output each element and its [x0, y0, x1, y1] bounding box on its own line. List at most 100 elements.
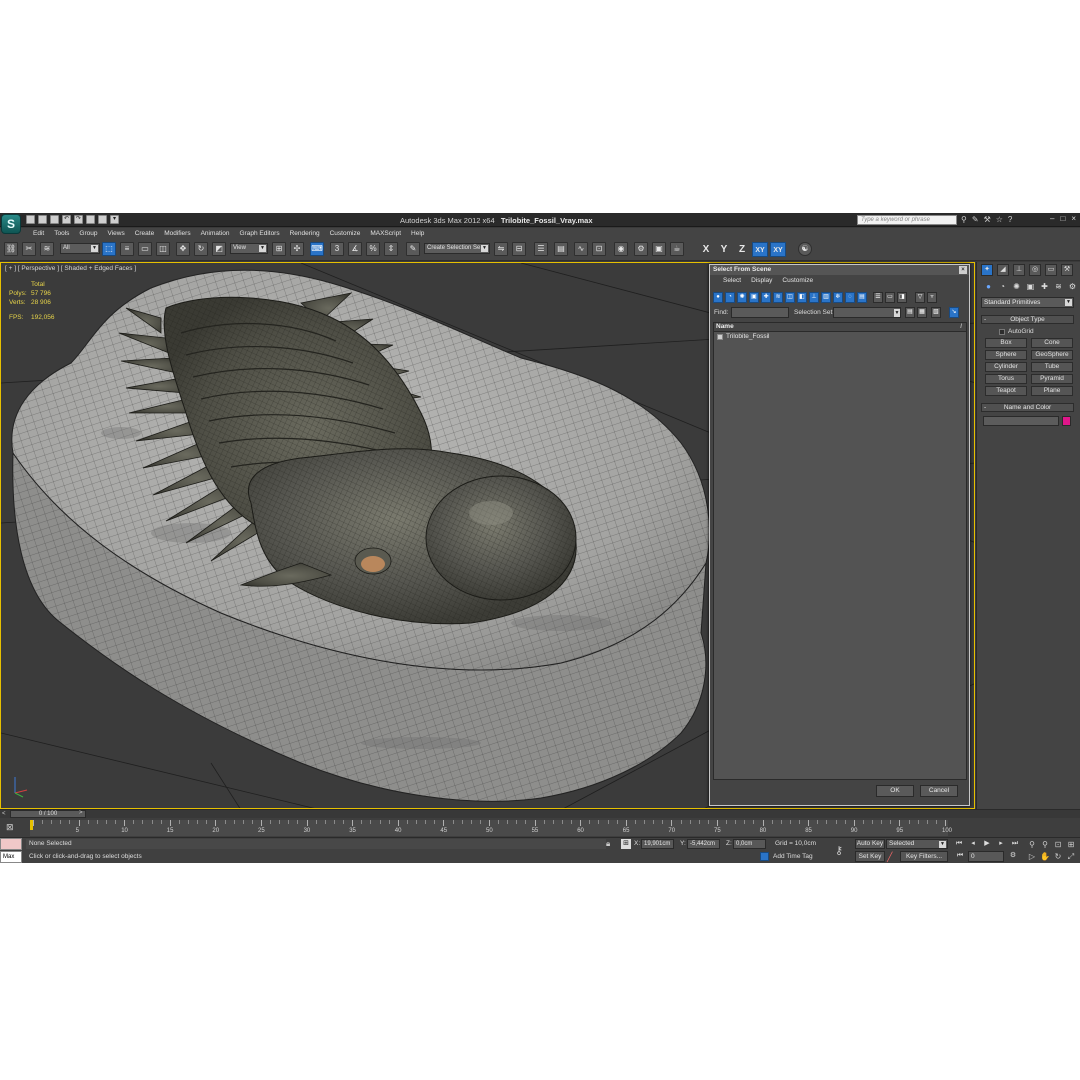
create-tab-icon[interactable]: ✦: [981, 264, 993, 276]
go-to-end-icon[interactable]: ⏭: [1009, 839, 1021, 849]
edit-named-selection-icon[interactable]: ✎: [406, 242, 420, 256]
zoom-all-icon[interactable]: ⚲: [1039, 839, 1051, 850]
auto-key-button[interactable]: Auto Key: [855, 839, 885, 849]
vray-logo-icon[interactable]: ☯: [798, 242, 812, 256]
tube-button[interactable]: Tube: [1031, 362, 1073, 372]
spinner-snap-icon[interactable]: ⇕: [384, 242, 398, 256]
find-input[interactable]: [731, 307, 789, 318]
align-icon[interactable]: ⊟: [512, 242, 526, 256]
selection-filter-dropdown[interactable]: All ▼: [60, 243, 100, 254]
y-coord-field[interactable]: -5,442cm: [687, 839, 720, 849]
utilities-tab-icon[interactable]: ⚒: [1061, 264, 1073, 276]
maximize-viewport-icon[interactable]: ⤢: [1065, 851, 1077, 862]
select-and-scale-icon[interactable]: ◩: [212, 242, 226, 256]
box-button[interactable]: Box: [985, 338, 1027, 348]
next-frame-icon[interactable]: ▸: [995, 839, 1007, 849]
redo-icon[interactable]: ↷: [74, 215, 83, 224]
search-icon[interactable]: ⚲: [961, 215, 967, 224]
display-xrefs-icon[interactable]: ◧: [797, 292, 807, 303]
unlink-icon[interactable]: ✂: [22, 242, 36, 256]
selection-set-remove-icon[interactable]: ▦: [917, 307, 927, 318]
orbit-icon[interactable]: ↻: [1052, 851, 1064, 862]
modify-tab-icon[interactable]: ◢: [997, 264, 1009, 276]
dialog-title-bar[interactable]: Select From Scene ×: [710, 265, 969, 275]
graphite-ribbon-icon[interactable]: ▤: [554, 242, 568, 256]
select-and-link-icon[interactable]: ⛓: [4, 242, 18, 256]
render-setup-icon[interactable]: ⚙: [634, 242, 648, 256]
pyramid-button[interactable]: Pyramid: [1031, 374, 1073, 384]
rendered-frame-window-icon[interactable]: ▣: [652, 242, 666, 256]
set-key-button[interactable]: Set Key: [855, 851, 885, 862]
helpers-icon[interactable]: ✚: [1039, 281, 1050, 292]
systems-icon[interactable]: ⚙: [1067, 281, 1078, 292]
render-production-icon[interactable]: ☕: [670, 242, 684, 256]
viewport-label[interactable]: [ + ] [ Perspective ] [ Shaded + Edged F…: [5, 265, 136, 272]
dialog-menu-select[interactable]: Select: [718, 275, 746, 286]
manipulate-icon[interactable]: ✣: [290, 242, 304, 256]
minimize-icon[interactable]: –: [1050, 214, 1054, 223]
display-frozen-icon[interactable]: ❄: [833, 292, 843, 303]
menu-create[interactable]: Create: [130, 228, 160, 239]
maxscript-listener[interactable]: Max: [0, 838, 22, 863]
dialog-menu-customize[interactable]: Customize: [777, 275, 818, 286]
material-editor-icon[interactable]: ◉: [614, 242, 628, 256]
cylinder-button[interactable]: Cylinder: [985, 362, 1027, 372]
close-icon[interactable]: ×: [959, 266, 967, 274]
qa-dropdown-icon[interactable]: ▾: [110, 215, 119, 224]
display-shapes-icon[interactable]: ◔: [725, 292, 735, 303]
display-containers-icon[interactable]: ▥: [821, 292, 831, 303]
menu-modifiers[interactable]: Modifiers: [159, 228, 195, 239]
menu-help[interactable]: Help: [406, 228, 429, 239]
dialog-menu-display[interactable]: Display: [746, 275, 777, 286]
selection-set-add-icon[interactable]: ▤: [905, 307, 915, 318]
geosphere-button[interactable]: GeoSphere: [1031, 350, 1073, 360]
select-and-move-icon[interactable]: ✥: [176, 242, 190, 256]
previous-frame-icon[interactable]: ◂: [967, 839, 979, 849]
workspace-icon[interactable]: [98, 215, 107, 224]
layer-manager-icon[interactable]: ☰: [534, 242, 548, 256]
time-slider-thumb[interactable]: 0 / 100: [10, 810, 86, 818]
search-input[interactable]: Type a keyword or phrase: [857, 215, 957, 225]
key-selection-dropdown[interactable]: Selected ▼: [886, 839, 948, 849]
filter-icon[interactable]: ▽: [915, 292, 925, 303]
teapot-button[interactable]: Teapot: [985, 386, 1027, 396]
cone-button[interactable]: Cone: [1031, 338, 1073, 348]
cameras-icon[interactable]: ▣: [1025, 281, 1036, 292]
display-groups-icon[interactable]: ◫: [785, 292, 795, 303]
axis-xy-button[interactable]: XY: [752, 242, 768, 257]
geometry-icon[interactable]: ●: [983, 281, 994, 292]
undo-icon[interactable]: ↶: [62, 215, 71, 224]
favorites-star-icon[interactable]: ☆: [996, 215, 1003, 224]
time-configuration-icon[interactable]: ⚙: [1007, 851, 1019, 861]
schematic-view-icon[interactable]: ⊡: [592, 242, 606, 256]
mini-curve-editor-icon[interactable]: ⊠: [6, 822, 16, 832]
axis-x-button[interactable]: X: [698, 242, 714, 257]
window-crossing-icon[interactable]: ◫: [156, 242, 170, 256]
zoom-icon[interactable]: ⚲: [1026, 839, 1038, 850]
frame-ruler[interactable]: 5 10 15 20 25 30 35 40 45 50 55 60 65 70 75 80 85 90 95 100: [30, 820, 952, 836]
menu-customize[interactable]: Customize: [325, 228, 366, 239]
field-of-view-icon[interactable]: ▷: [1026, 851, 1038, 862]
bind-space-warp-icon[interactable]: ≋: [40, 242, 54, 256]
key-mode-toggle-icon[interactable]: ⏮: [954, 851, 966, 861]
display-bones-icon[interactable]: ⊥: [809, 292, 819, 303]
space-warps-icon[interactable]: ≋: [1053, 281, 1064, 292]
absolute-transform-icon[interactable]: ⊞: [621, 839, 631, 849]
mirror-icon[interactable]: ⇋: [494, 242, 508, 256]
menu-tools[interactable]: Tools: [49, 228, 74, 239]
close-icon[interactable]: ×: [1071, 214, 1076, 223]
menu-views[interactable]: Views: [102, 228, 129, 239]
ok-button[interactable]: OK: [876, 785, 914, 797]
object-name-field[interactable]: [983, 416, 1059, 426]
menu-edit[interactable]: Edit: [28, 228, 49, 239]
save-file-icon[interactable]: [50, 215, 59, 224]
snaps-toggle-icon[interactable]: 3: [330, 242, 344, 256]
angle-snap-icon[interactable]: ∡: [348, 242, 362, 256]
menu-group[interactable]: Group: [74, 228, 102, 239]
x-coord-field[interactable]: 19,901cm: [641, 839, 674, 849]
lights-icon[interactable]: ✺: [1011, 281, 1022, 292]
subscription-icon[interactable]: ✎: [972, 215, 979, 224]
project-folder-icon[interactable]: [86, 215, 95, 224]
time-slider[interactable]: < 0 / 100 >: [0, 809, 1080, 818]
select-object-icon[interactable]: ⬚: [102, 242, 116, 256]
